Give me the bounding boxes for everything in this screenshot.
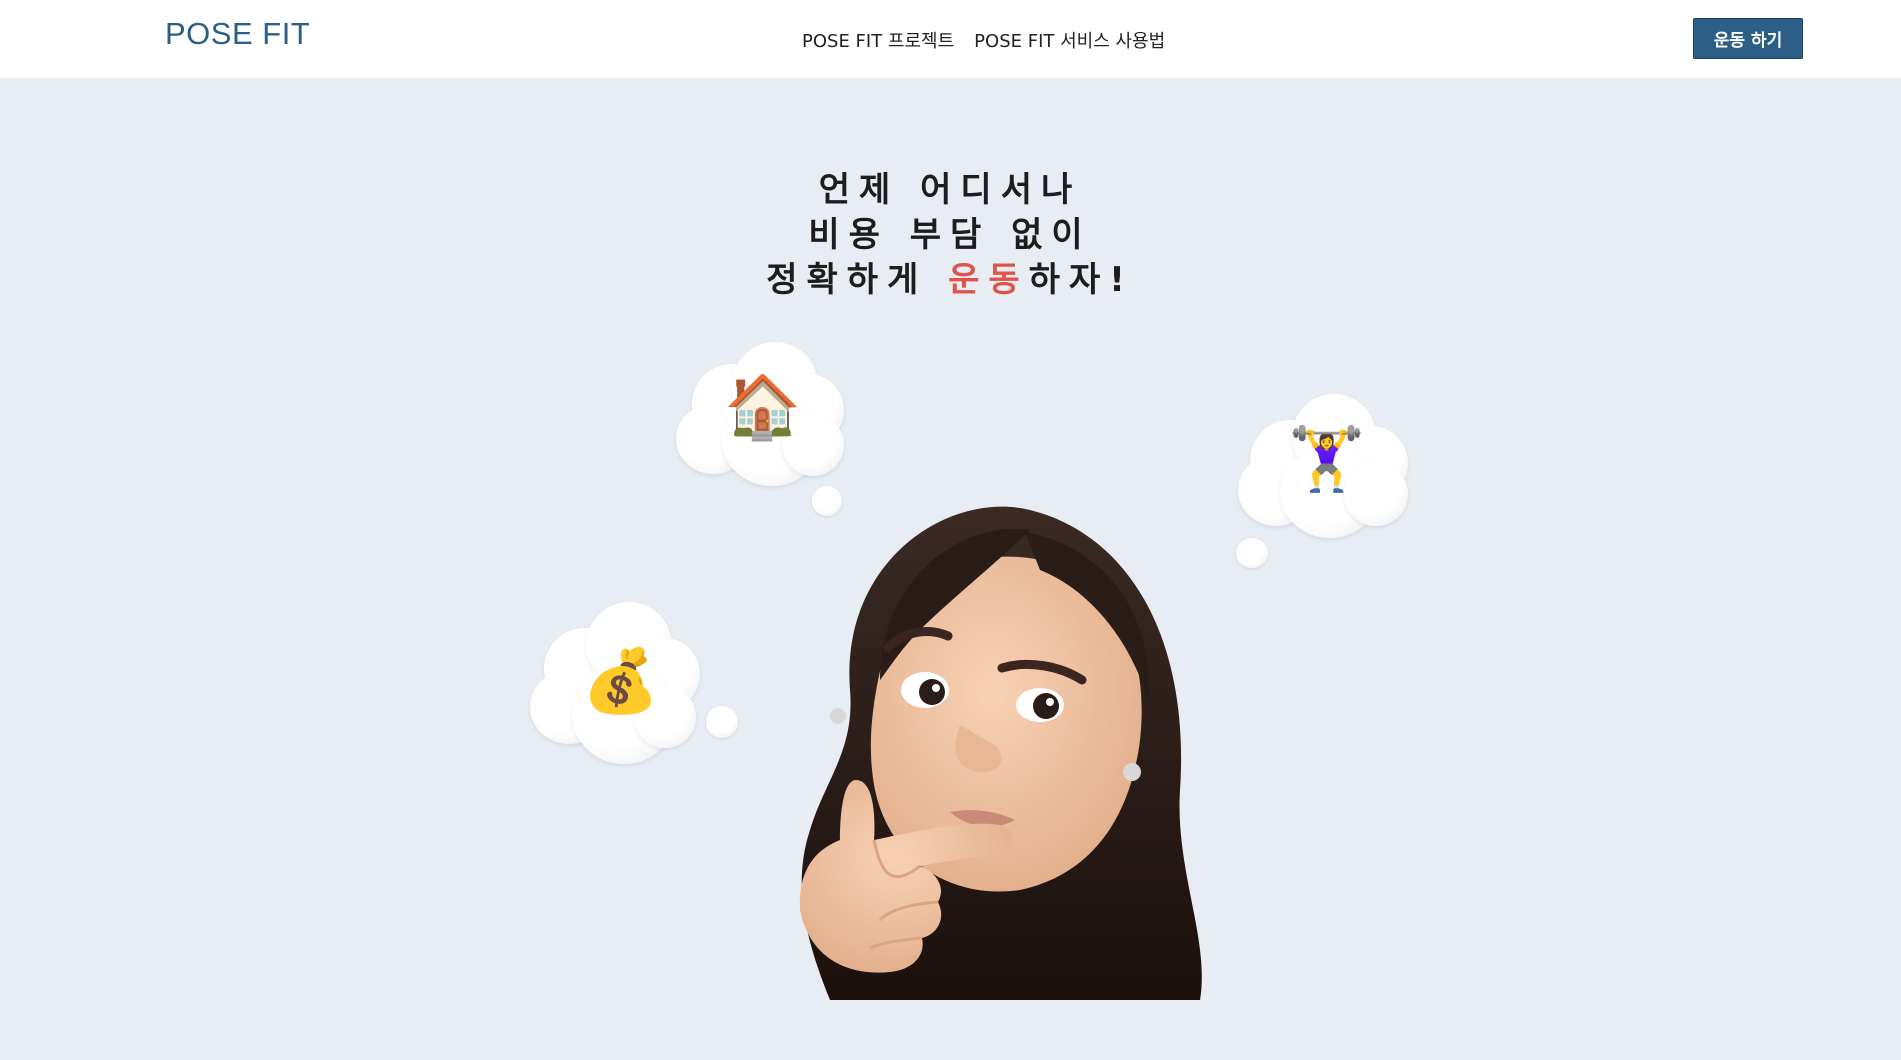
headline-line-3-prefix: 정확하게 [766, 260, 949, 300]
thought-cloud-weightlifter: 🏋️‍♀️ [1236, 390, 1416, 545]
nav-link-service-guide[interactable]: POSE FIT 서비스 사용법 [974, 27, 1165, 53]
thinking-woman-avatar [799, 506, 1202, 1000]
start-workout-button[interactable]: 운동 하기 [1693, 18, 1803, 59]
thought-cloud-money: 💰 [528, 600, 708, 770]
thought-cloud-house: 🏠 [672, 334, 852, 494]
headline-accent-word: 운동 [948, 260, 1029, 300]
hero-headline: 언제 어디서나 비용 부담 없이 정확하게 운동하자! [650, 168, 1250, 303]
nav-links: POSE FIT 프로젝트 POSE FIT 서비스 사용법 [802, 27, 1165, 53]
headline-line-3: 정확하게 운동하자! [650, 258, 1250, 303]
thought-bubble-weightlifter [1236, 538, 1268, 568]
money-bag-icon: 💰 [582, 644, 660, 717]
nav-link-project[interactable]: POSE FIT 프로젝트 [802, 27, 954, 53]
house-icon: 🏠 [724, 370, 802, 443]
weightlifter-icon: 🏋️‍♀️ [1288, 422, 1366, 495]
headline-line-1: 언제 어디서나 [818, 170, 1082, 210]
thought-bubble-money [706, 706, 738, 738]
top-navbar: POSE FIT POSE FIT 프로젝트 POSE FIT 서비스 사용법 … [0, 0, 1901, 78]
headline-line-3-suffix: 하자! [1028, 260, 1134, 300]
headline-line-2: 비용 부담 없이 [808, 215, 1092, 255]
brand-logo[interactable]: POSE FIT [165, 16, 310, 52]
